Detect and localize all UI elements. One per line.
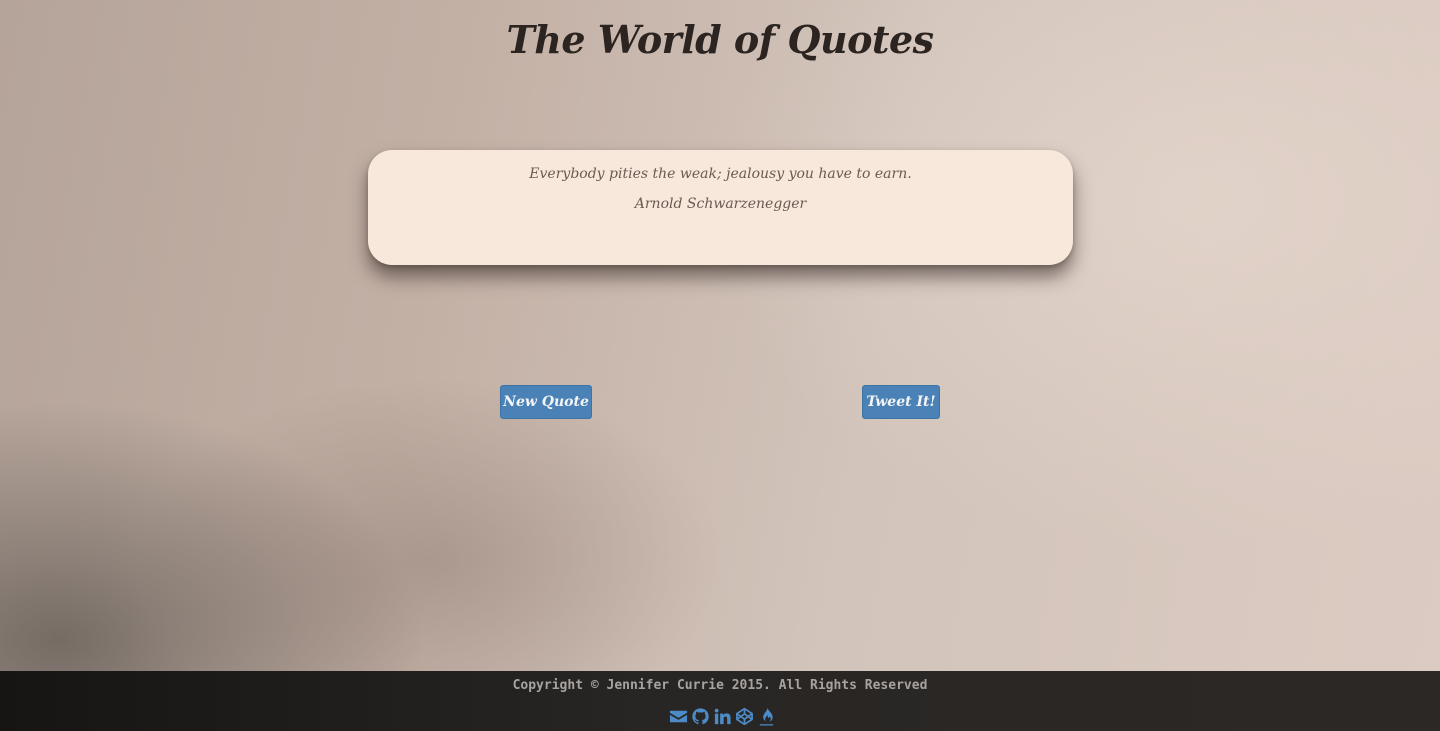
quote-card: Everybody pities the weak; jealousy you … bbox=[368, 150, 1073, 265]
new-quote-button[interactable]: New Quote bbox=[500, 385, 592, 419]
github-icon[interactable] bbox=[691, 707, 710, 726]
tweet-button[interactable]: Tweet It! bbox=[862, 385, 940, 419]
social-links bbox=[669, 706, 776, 726]
envelope-icon[interactable] bbox=[669, 707, 688, 726]
quote-text: Everybody pities the weak; jealousy you … bbox=[529, 166, 912, 182]
linkedin-icon[interactable] bbox=[713, 707, 732, 726]
quote-author: Arnold Schwarzenegger bbox=[634, 196, 807, 212]
freecodecamp-icon[interactable] bbox=[757, 707, 776, 726]
footer: Copyright © Jennifer Currie 2015. All Ri… bbox=[0, 671, 1440, 731]
copyright-text: Copyright © Jennifer Currie 2015. All Ri… bbox=[512, 678, 928, 693]
page-title: The World of Quotes bbox=[506, 17, 934, 62]
codepen-icon[interactable] bbox=[735, 707, 754, 726]
